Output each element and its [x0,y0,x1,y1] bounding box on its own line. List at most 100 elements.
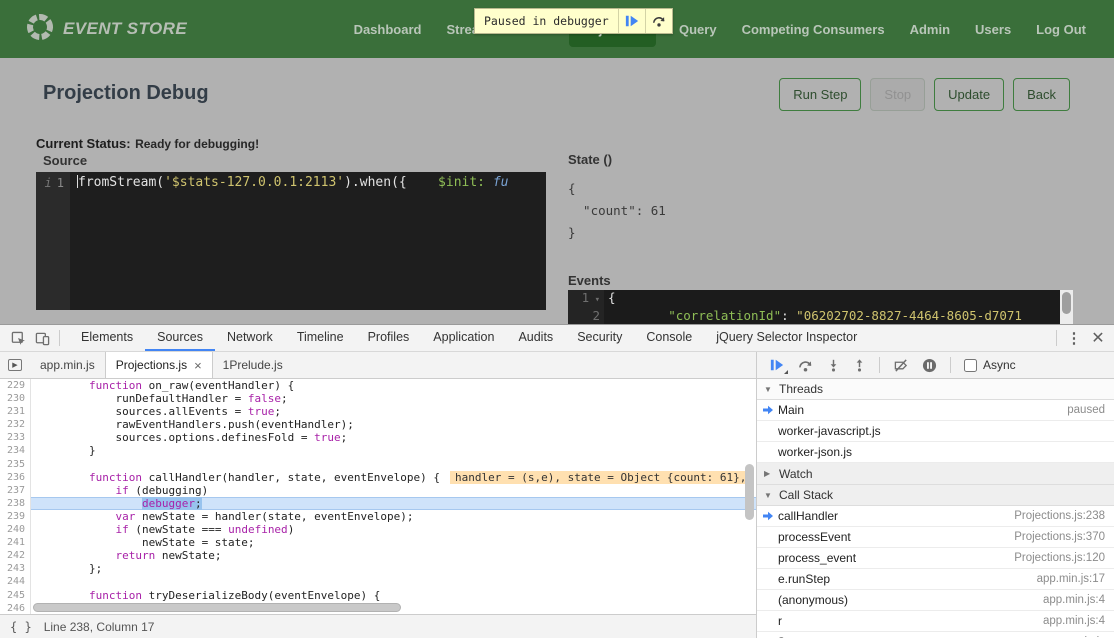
device-toolbar-icon[interactable] [30,326,54,350]
devtools-tab-jquery-selector-inspector[interactable]: jQuery Selector Inspector [704,325,869,351]
update-button[interactable]: Update [934,78,1004,111]
line-number-gutter[interactable]: 245 [0,589,31,602]
code-text[interactable]: newState = state; [31,536,756,549]
watch-section-header[interactable]: ▶ Watch [757,463,1114,485]
devtools-tab-profiles[interactable]: Profiles [356,325,422,351]
pause-on-exceptions-icon[interactable] [922,358,937,373]
call-stack-frame[interactable]: callHandlerProjections.js:238 [757,506,1114,527]
threads-title: Threads [779,382,823,396]
file-tab-app-min-js[interactable]: app.min.js [30,352,105,378]
code-text[interactable]: runDefaultHandler = false; [31,392,756,405]
code-text[interactable]: function tryDeserializeBody(eventEnvelop… [31,589,756,602]
show-navigator-icon[interactable]: ▶ [0,352,30,378]
line-number-gutter[interactable]: 237 [0,484,31,497]
resume-icon[interactable] [618,9,645,33]
code-text[interactable] [31,575,756,588]
threads-section-header[interactable]: ▼ Threads [757,379,1114,400]
devtools-tab-network[interactable]: Network [215,325,285,351]
back-button[interactable]: Back [1013,78,1070,111]
line-number-gutter[interactable]: 238 [0,497,31,510]
code-text[interactable]: } [31,444,756,457]
call-stack-frame[interactable]: rapp.min.js:4 [757,611,1114,632]
line-number-gutter[interactable]: 230 [0,392,31,405]
events-scrollbar[interactable] [1060,290,1073,324]
line-number-gutter[interactable]: 234 [0,444,31,457]
line-number-gutter[interactable]: 242 [0,549,31,562]
devtools-tab-application[interactable]: Application [421,325,506,351]
inspect-element-icon[interactable] [6,326,30,350]
nav-item-admin[interactable]: Admin [908,12,952,47]
devtools-tab-timeline[interactable]: Timeline [285,325,356,351]
deactivate-breakpoints-icon[interactable] [893,358,909,373]
nav-item-dashboard[interactable]: Dashboard [352,12,424,47]
async-checkbox[interactable] [964,359,977,372]
kebab-menu-icon[interactable]: ⋮ [1062,326,1086,350]
nav-item-query[interactable]: Query [677,12,719,47]
code-text[interactable]: sources.options.definesFold = true; [31,431,756,444]
code-text[interactable]: function on_raw(eventHandler) { [31,379,756,392]
line-number-gutter[interactable]: 239 [0,510,31,523]
code-text[interactable]: if (debugging) [31,484,756,497]
stop-button[interactable]: Stop [870,78,925,111]
call-stack-frame[interactable]: process_eventProjections.js:120 [757,548,1114,569]
thread-row-worker-json-js[interactable]: worker-json.js [757,442,1114,463]
file-tab-projections-js[interactable]: Projections.js× [105,352,213,378]
line-number-gutter[interactable]: 231 [0,405,31,418]
code-text[interactable]: }; [31,562,756,575]
events-editor[interactable]: 1 ▾{2 "correlationId": "06202702-8827-44… [568,290,1060,324]
line-number-gutter[interactable]: 235 [0,458,31,471]
file-tab-1prelude-js[interactable]: 1Prelude.js [213,352,293,378]
pretty-print-icon[interactable]: { } [10,620,32,634]
line-number-gutter[interactable]: 246 [0,602,31,614]
nav-item-log-out[interactable]: Log Out [1034,12,1088,47]
code-editor[interactable]: 229 function on_raw(eventHandler) {230 r… [0,379,756,614]
fold-arrow-icon[interactable]: ▾ [589,295,600,305]
devtools-tab-sources[interactable]: Sources [145,325,215,351]
call-stack-frame[interactable]: e.runStepapp.min.js:17 [757,569,1114,590]
devtools-tab-audits[interactable]: Audits [506,325,565,351]
source-code-editor[interactable]: i 1 fromStream('$stats-127.0.0.1:2113').… [36,172,546,310]
source-code-line[interactable]: fromStream('$stats-127.0.0.1:2113').when… [70,172,509,310]
code-text[interactable] [31,458,756,471]
nav-item-users[interactable]: Users [973,12,1013,47]
step-into-icon[interactable] [827,358,840,373]
step-out-icon[interactable] [853,358,866,373]
call-stack-title: Call Stack [779,488,833,502]
thread-row-worker-javascript-js[interactable]: worker-javascript.js [757,421,1114,442]
nav-item-competing-consumers[interactable]: Competing Consumers [740,12,887,47]
devtools-tab-security[interactable]: Security [565,325,634,351]
frame-location: Projections.js:370 [1014,531,1105,543]
call-stack-frame[interactable]: (anonymous)app.min.js:4 [757,590,1114,611]
line-number-gutter[interactable]: 236 [0,471,31,484]
call-stack-frame[interactable]: $...app.min.js [757,632,1114,638]
devtools-tab-elements[interactable]: Elements [69,325,145,351]
line-number-gutter[interactable]: 240 [0,523,31,536]
step-over-icon[interactable] [645,9,672,33]
code-text[interactable]: var newState = handler(state, eventEnvel… [31,510,756,523]
line-number-gutter[interactable]: 244 [0,575,31,588]
code-horizontal-scrollbar-thumb[interactable] [33,603,401,612]
code-text[interactable]: rawEventHandlers.push(eventHandler); [31,418,756,431]
line-number-gutter[interactable]: 243 [0,562,31,575]
code-text[interactable]: sources.allEvents = true; [31,405,756,418]
devtools-tab-console[interactable]: Console [634,325,704,351]
brand[interactable]: EVENT STORE [26,13,187,46]
run-step-button[interactable]: Run Step [779,78,861,111]
call-stack-frame[interactable]: processEventProjections.js:370 [757,527,1114,548]
events-scrollbar-thumb[interactable] [1062,292,1071,314]
code-text[interactable]: function callHandler(handler, state, eve… [31,471,756,484]
code-text[interactable]: return newState; [31,549,756,562]
code-text[interactable]: if (newState === undefined) [31,523,756,536]
line-number-gutter[interactable]: 241 [0,536,31,549]
line-number-gutter[interactable]: 233 [0,431,31,444]
close-file-tab-icon[interactable]: × [194,358,202,373]
code-text[interactable]: debugger; [31,497,756,510]
thread-row-main[interactable]: Mainpaused [757,400,1114,421]
call-stack-section-header[interactable]: ▼ Call Stack [757,485,1114,506]
line-number-gutter[interactable]: 229 [0,379,31,392]
resume-icon[interactable] [770,358,784,372]
step-over-icon[interactable] [797,358,814,373]
line-number-gutter[interactable]: 232 [0,418,31,431]
close-devtools-icon[interactable]: ✕ [1086,326,1110,350]
code-vertical-scrollbar-thumb[interactable] [745,464,754,520]
